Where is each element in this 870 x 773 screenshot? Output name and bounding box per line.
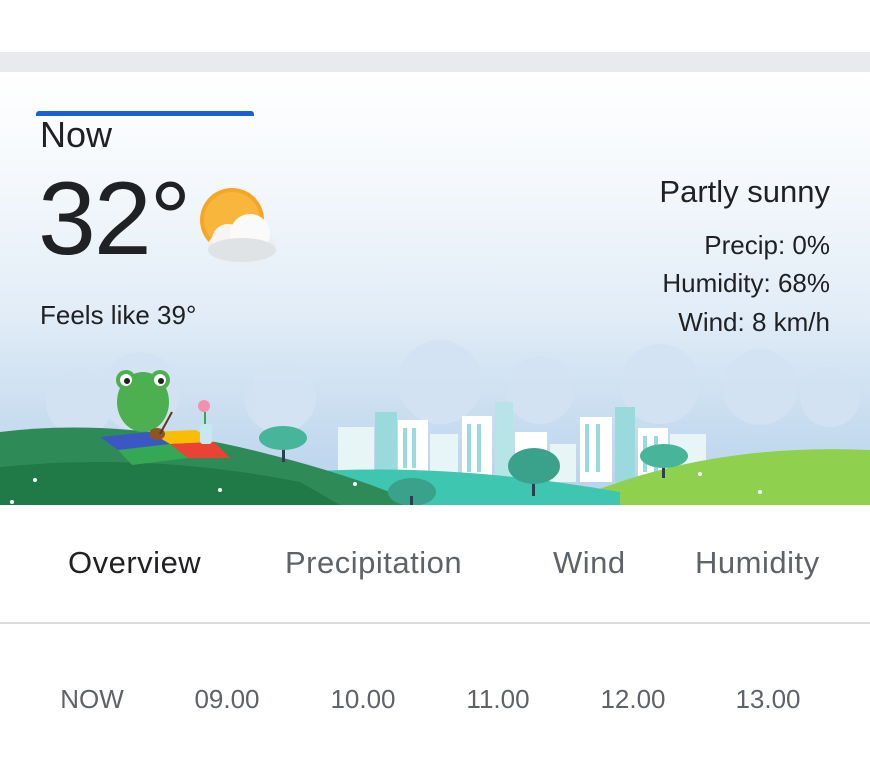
now-label: Now <box>40 114 113 155</box>
current-temperature: 32° <box>38 161 191 277</box>
feels-like-text: Feels like 39° <box>40 300 197 330</box>
condition-text: Partly sunny <box>659 174 830 209</box>
tab-overview[interactable]: Overview <box>68 545 201 581</box>
hour-label: 13.00 <box>735 684 801 714</box>
app-header-area <box>0 0 870 52</box>
humidity-text: Humidity: 68% <box>662 268 830 298</box>
partly-sunny-icon <box>200 188 276 264</box>
forecast-tabs: Overview Precipitation Wind Humidity <box>0 505 870 623</box>
precip-text: Precip: 0% <box>704 230 830 260</box>
tab-precipitation[interactable]: Precipitation <box>285 545 462 581</box>
tab-humidity[interactable]: Humidity <box>695 545 820 581</box>
tabs-divider <box>0 622 870 624</box>
hour-label: 11.00 <box>466 684 530 714</box>
section-divider <box>0 52 870 72</box>
current-weather-card: Now 32° Feels like 39° Partly sunny Prec… <box>0 72 870 505</box>
active-tab-indicator <box>36 111 254 116</box>
wind-text: Wind: 8 km/h <box>678 307 830 337</box>
hour-label: 12.00 <box>600 684 666 714</box>
hour-label: 10.00 <box>330 684 396 714</box>
tab-wind[interactable]: Wind <box>553 545 626 581</box>
hour-label: NOW <box>60 684 124 714</box>
hour-label: 09.00 <box>194 684 260 714</box>
